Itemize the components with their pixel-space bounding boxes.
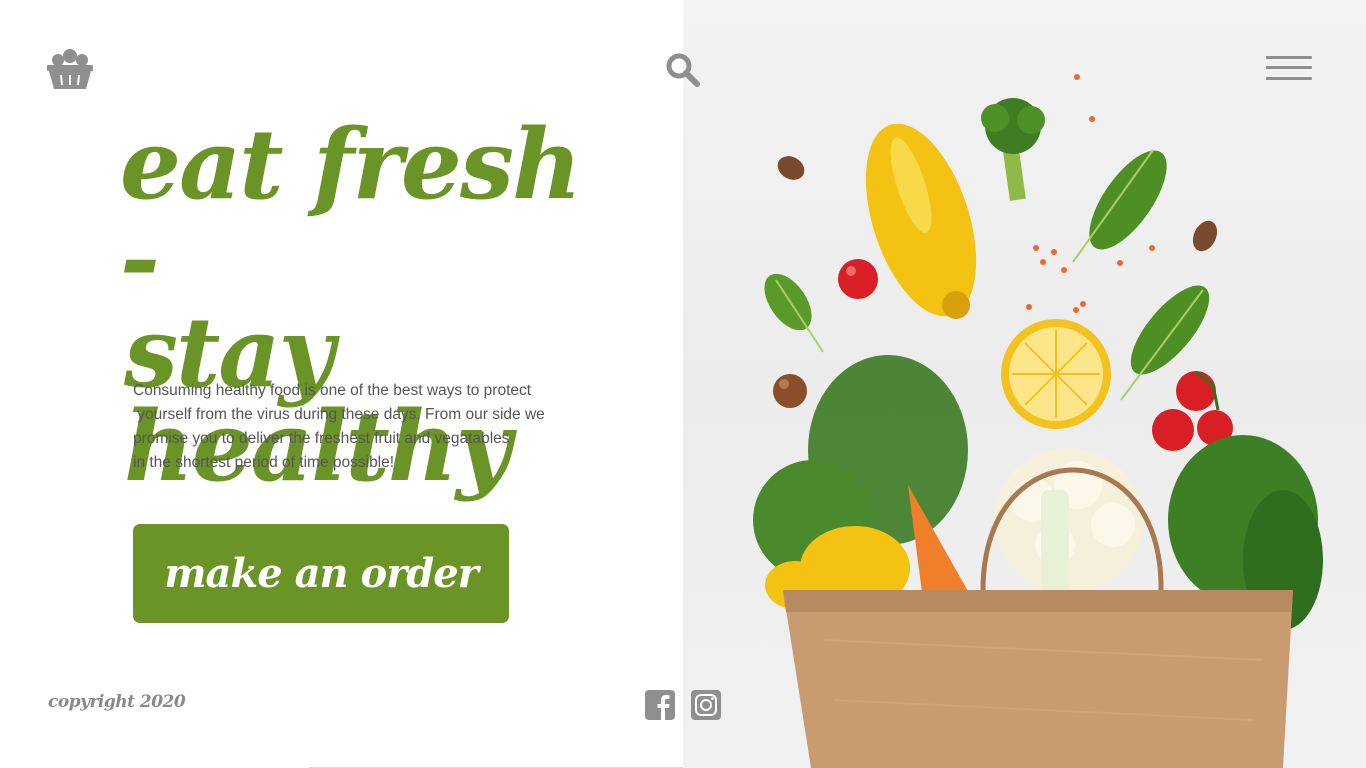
copyright-text: copyright 2020 <box>48 692 186 712</box>
facebook-icon[interactable] <box>645 690 675 720</box>
paragraph-line: Consuming healthy food is one of the bes… <box>133 382 532 399</box>
paragraph-line: in the shortest period of time possible! <box>133 454 395 471</box>
menu-bar <box>1266 56 1312 59</box>
instagram-icon[interactable] <box>691 690 721 720</box>
menu-bar <box>1266 77 1312 80</box>
hero-photo <box>683 0 1366 768</box>
headline-line-1: eat fresh - <box>120 108 582 316</box>
menu-bar <box>1266 66 1312 69</box>
vegetables-bag-illustration <box>753 74 1323 768</box>
search-icon[interactable] <box>665 52 701 88</box>
paragraph-line: yourself from the virus during these day… <box>133 406 545 423</box>
make-order-button[interactable]: make an order <box>133 524 509 623</box>
paragraph-line: promise you to deliver the freshest frui… <box>133 430 510 447</box>
hero-paragraph: Consuming healthy food is one of the bes… <box>133 379 573 475</box>
basket-icon[interactable] <box>46 46 94 90</box>
hamburger-menu-icon[interactable] <box>1266 54 1314 84</box>
